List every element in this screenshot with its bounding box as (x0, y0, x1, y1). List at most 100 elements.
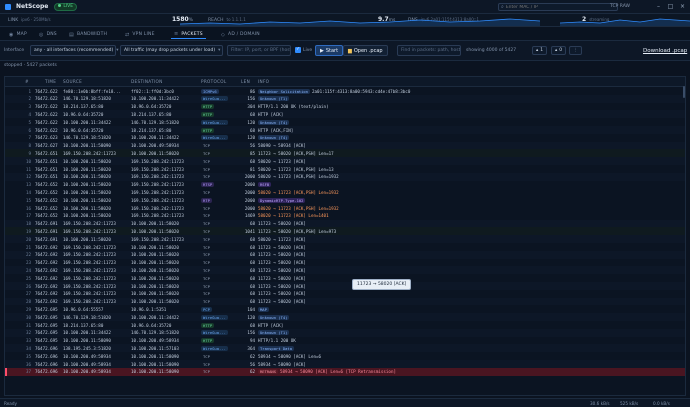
cell-no: 9 (28, 150, 31, 156)
table-row[interactable]: 11 76472.651 10.100.200.11:58020 169.150.20… (5, 165, 685, 173)
table-row[interactable]: 28 76472.692 169.150.208.242:11723 10.100.2… (5, 297, 685, 306)
row-marker (5, 142, 7, 150)
table-row[interactable]: 16 76472.652 10.100.200.11:58020 169.150.20… (5, 204, 685, 212)
traffic-select[interactable]: All traffic (may drop packets under load… (120, 45, 223, 56)
table-row[interactable]: 7 76472.623 146.70.129.18:51820 10.100.200.… (5, 134, 685, 142)
start-button[interactable]: ▶ Start (315, 45, 344, 56)
protocol-badge: TCP (203, 150, 210, 156)
cell-no: 11 (25, 166, 31, 172)
row-marker (5, 204, 7, 212)
streams-sparkline (560, 18, 690, 26)
col-no[interactable]: # (25, 79, 29, 84)
close-icon[interactable]: × (679, 3, 686, 10)
marker-down-button[interactable]: ▴ 0 (551, 46, 567, 55)
table-row[interactable]: 10 76472.651 10.100.200.11:58020 169.150.20… (5, 157, 685, 165)
table-row[interactable]: 26 76472.692 169.150.208.242:11723 10.100.2… (5, 282, 685, 290)
cell-source: 10.100.200.11:58020 (63, 189, 111, 195)
table-row[interactable]: 6 76472.622 10.96.0.64:35720 18.214.137.65:… (5, 126, 685, 134)
bpf-filter-input[interactable]: Filter: IP, port, or BPF (host (227, 45, 291, 56)
cell-len: 1041 (244, 228, 255, 234)
cell-no: 31 (25, 322, 31, 328)
table-row[interactable]: 18 76472.691 169.150.208.242:11723 10.100.2… (5, 219, 685, 228)
marker-up-button[interactable]: ▴ 1 (532, 46, 548, 55)
tab-dns[interactable]: ◎ DNS (36, 30, 60, 39)
table-row[interactable]: 30 76472.695 146.70.129.18:51820 10.100.200… (5, 313, 685, 321)
footer-status: Ready (4, 401, 17, 406)
table-row[interactable]: 20 76472.691 10.100.200.11:58020 169.150.20… (5, 235, 685, 243)
table-row[interactable]: 21 76472.692 169.150.208.242:11723 10.100.2… (5, 243, 685, 251)
col-protocol[interactable]: PROTOCOL (201, 79, 227, 84)
table-row[interactable]: 5 76472.622 10.100.200.11:34422 146.70.129.… (5, 118, 685, 126)
col-len[interactable]: LEN (241, 79, 250, 84)
minimize-icon[interactable]: – (655, 3, 662, 10)
cell-destination: 10.100.200.11:57103 (131, 345, 179, 351)
table-row[interactable]: 23 76472.692 169.150.208.242:11723 10.100.2… (5, 259, 685, 267)
table-row[interactable]: 15 76472.652 10.100.200.11:58020 169.150.20… (5, 196, 685, 204)
table-row[interactable]: 36 76472.696 10.100.200.49:58934 10.100.200… (5, 360, 685, 368)
table-row[interactable]: 33 76472.695 10.100.200.11:58090 10.100.200… (5, 337, 685, 345)
table-row[interactable]: 2 76472.622 146.70.129.18:51820 10.100.200.… (5, 94, 685, 103)
open-pcap-button[interactable]: ▆ Open .pcap (343, 45, 388, 56)
table-row[interactable]: 8 76472.627 10.100.200.11:58090 10.100.200.… (5, 141, 685, 150)
table-scrollbar[interactable] (683, 86, 685, 98)
row-marker (5, 165, 7, 173)
cell-no: 18 (25, 221, 31, 227)
cell-no: 15 (25, 197, 31, 203)
tab-ad-domain[interactable]: ◇ AD / DOMAIN (218, 30, 263, 39)
table-row[interactable]: 13 76472.652 10.100.200.11:58020 169.150.20… (5, 181, 685, 189)
row-marker (5, 227, 7, 235)
col-time[interactable]: TIME (45, 79, 56, 84)
cell-len: 68 (249, 275, 255, 281)
cell-source: 169.150.208.242:11723 (63, 228, 116, 234)
interface-select[interactable]: any · all interfaces (recommended) ▾ (30, 45, 119, 56)
table-row[interactable]: 22 76472.692 169.150.208.242:11723 10.100.2… (5, 250, 685, 259)
tab-packets[interactable]: ≡ PACKETS (171, 30, 206, 39)
table-row[interactable]: 1 76472.622 fe80::1e0b:8bff:fe18... ff02::1… (5, 87, 685, 95)
row-marker (5, 337, 7, 345)
cell-no: 24 (25, 267, 31, 273)
table-row[interactable]: 27 76472.692 169.150.208.242:11723 10.100.2… (5, 290, 685, 298)
search-box[interactable]: ⌕ (498, 3, 618, 11)
search-input[interactable] (503, 4, 617, 10)
menu-button[interactable]: ⋮ (569, 46, 582, 55)
cell-len: 68 (249, 252, 255, 258)
table-row[interactable]: 4 76472.622 10.96.0.64:35720 18.214.137.65:… (5, 110, 685, 119)
table-row[interactable]: 34 76472.696 138.195.245.3:51820 10.100.200… (5, 344, 685, 353)
protocol-badge: HTTP (201, 111, 215, 117)
cell-source: 10.100.200.11:58020 (63, 158, 111, 164)
row-marker (5, 282, 7, 290)
tab-map[interactable]: ◉ MAP (6, 30, 30, 39)
cell-info: 58020 → 11723 [ACK,PSH] Len=1932 (258, 206, 678, 211)
col-destination[interactable]: DESTINATION (131, 79, 163, 84)
cell-no: 30 (25, 314, 31, 320)
download-pcap-link[interactable]: Download .pcap (643, 48, 687, 54)
table-row[interactable]: 17 76472.652 10.100.200.11:58020 169.150.20… (5, 212, 685, 220)
live-checkbox[interactable]: ✓ (295, 47, 301, 53)
table-row[interactable]: 14 76472.652 10.100.200.11:58020 169.150.20… (5, 188, 685, 196)
col-source[interactable]: SOURCE (63, 79, 82, 84)
search-mode-select[interactable]: TCP RAW (610, 4, 630, 9)
cell-no: 3 (28, 104, 31, 110)
row-marker (5, 157, 7, 165)
cell-no: 26 (25, 283, 31, 289)
table-row[interactable]: 31 76472.695 18.214.137.65:80 10.96.0.64:35… (5, 321, 685, 329)
col-info[interactable]: INFO (258, 79, 269, 84)
table-row[interactable]: 25 76472.692 169.150.208.242:11723 10.100.2… (5, 274, 685, 282)
cell-destination: 169.150.208.242:11723 (131, 236, 184, 242)
table-row[interactable]: 29 76472.695 10.96.0.64:55557 10.96.0.1:535… (5, 305, 685, 313)
find-in-packets-input[interactable]: Find in packets: path, host... (397, 45, 461, 56)
maximize-icon[interactable]: □ (667, 3, 674, 10)
table-row[interactable]: 19 76472.691 169.150.208.242:11723 10.100.2… (5, 227, 685, 236)
table-row[interactable]: 3 76472.622 18.214.137.65:80 10.96.0.64:357… (5, 103, 685, 111)
cell-info: HTTP [ACK] (258, 323, 678, 328)
cell-no: 16 (25, 205, 31, 211)
table-row[interactable]: 9 76472.651 169.150.208.242:11723 10.100.20… (5, 149, 685, 158)
table-row[interactable]: 35 76472.696 10.100.200.49:58934 10.100.200… (5, 352, 685, 360)
table-row[interactable]: 24 76472.692 169.150.208.242:11723 10.100.2… (5, 266, 685, 275)
cell-source: 169.150.208.242:11723 (63, 283, 116, 289)
tab-bandwidth[interactable]: ▤ BANDWIDTH (66, 30, 110, 39)
table-row[interactable]: 12 76472.651 10.100.200.11:58020 169.150.20… (5, 172, 685, 181)
table-row[interactable]: 32 76472.695 10.100.200.11:34422 146.70.129… (5, 328, 685, 337)
tab-vpn-line[interactable]: ⇄ VPN LINE (122, 30, 158, 39)
table-row[interactable]: 37 76472.696 10.100.200.49:58934 10.100.200… (5, 367, 685, 376)
